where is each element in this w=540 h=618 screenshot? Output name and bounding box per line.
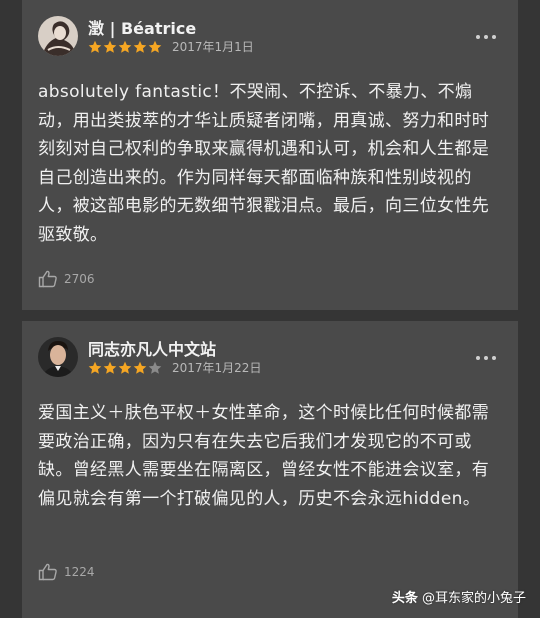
review-card: 同志亦凡人中文站 2017年1月22日 爱国主义＋肤色平权＋女性革命，这个时候比… [22,321,518,618]
thumbs-up-icon [38,563,57,581]
more-options-icon[interactable] [476,355,496,361]
screenshot-frame: 澂 | Béatrice 2017年1月1日 absolutely fantas… [0,0,540,618]
rating-stars [88,361,162,375]
star-filled-icon [133,361,147,374]
avatar-sketch-icon [38,16,78,56]
like-count: 1224 [64,565,95,579]
star-filled-icon [118,361,132,374]
watermark: 头条 @耳东家的小兔子 [392,587,526,606]
star-empty-icon [148,361,162,374]
watermark-brand: 头条 [391,591,418,606]
username[interactable]: 澂 | Béatrice [88,15,196,39]
like-button[interactable]: 1224 [38,563,95,581]
star-filled-icon [103,40,117,53]
review-date: 2017年1月22日 [172,361,262,375]
star-filled-icon [148,40,162,53]
star-filled-icon [103,361,117,374]
rating-stars [88,40,162,54]
star-filled-icon [88,361,102,374]
more-options-icon[interactable] [476,34,496,40]
review-date: 2017年1月1日 [172,40,254,54]
thumbs-up-icon [38,270,57,288]
star-filled-icon [88,40,102,53]
user-avatar[interactable] [38,16,78,56]
star-filled-icon [133,40,147,53]
user-avatar[interactable] [38,337,78,377]
watermark-handle: @耳东家的小兔子 [421,591,526,606]
like-count: 2706 [64,272,95,286]
like-button[interactable]: 2706 [38,270,95,288]
username[interactable]: 同志亦凡人中文站 [88,336,216,360]
review-divider [22,310,518,321]
review-text: absolutely fantastic！不哭闹、不控诉、不暴力、不煽动，用出类… [38,82,490,245]
avatar-man-icon [38,337,78,377]
review-text: 爱国主义＋肤色平权＋女性革命，这个时候比任何时候都需要政治正确，因为只有在失去它… [38,403,490,509]
review-card: 澂 | Béatrice 2017年1月1日 absolutely fantas… [22,0,518,310]
star-filled-icon [118,40,132,53]
